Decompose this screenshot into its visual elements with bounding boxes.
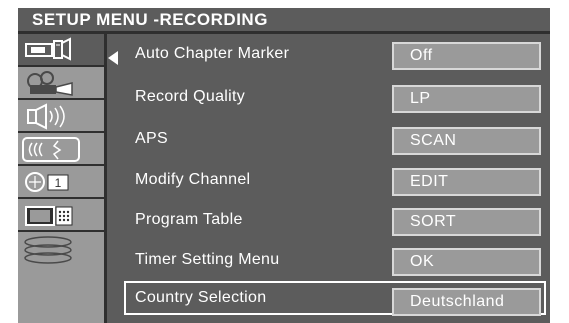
category-recording[interactable] <box>18 34 104 67</box>
channel-number: 1 <box>55 176 62 190</box>
current-category-arrow-icon <box>108 51 118 65</box>
speaker-audio-icon <box>27 103 65 130</box>
title-bar: SETUP MENU -RECORDING <box>18 8 550 34</box>
tv-monitor-icon <box>25 206 73 226</box>
menu-item-value[interactable]: Deutschland <box>392 288 541 316</box>
radio-signal-icon <box>22 137 80 162</box>
menu-item-label[interactable]: Auto Chapter Marker <box>135 45 289 63</box>
menu-item-label[interactable]: Timer Setting Menu <box>135 251 279 269</box>
menu-item-value[interactable]: OK <box>392 248 541 276</box>
menu-item-value[interactable]: EDIT <box>392 168 541 196</box>
menu-item-label[interactable]: Country Selection <box>135 289 266 307</box>
menu-item-value[interactable]: SCAN <box>392 127 541 155</box>
category-sidebar: 1 <box>18 34 107 323</box>
disc-stack-icon <box>24 236 72 264</box>
setup-menu-panel: SETUP MENU -RECORDING 1 Auto Chapter Mar… <box>18 8 550 323</box>
menu-item-label[interactable]: Program Table <box>135 211 243 229</box>
menu-item-label[interactable]: Modify Channel <box>135 171 250 189</box>
category-audio[interactable] <box>18 100 104 133</box>
category-playback[interactable] <box>18 67 104 100</box>
channel-number-icon: 1 <box>25 172 69 192</box>
menu-item-value[interactable]: SORT <box>392 208 541 236</box>
menu-title: SETUP MENU -RECORDING <box>32 10 268 29</box>
projector-film-icon <box>27 71 73 96</box>
menu-item-label[interactable]: APS <box>135 130 168 148</box>
category-disc[interactable] <box>18 232 104 323</box>
menu-item-value[interactable]: LP <box>392 85 541 113</box>
recorder-camera-icon <box>25 37 71 61</box>
category-channel[interactable]: 1 <box>18 166 104 199</box>
category-radio[interactable] <box>18 133 104 166</box>
menu-item-value[interactable]: Off <box>392 42 541 70</box>
menu-item-label[interactable]: Record Quality <box>135 88 245 106</box>
category-display[interactable] <box>18 199 104 232</box>
